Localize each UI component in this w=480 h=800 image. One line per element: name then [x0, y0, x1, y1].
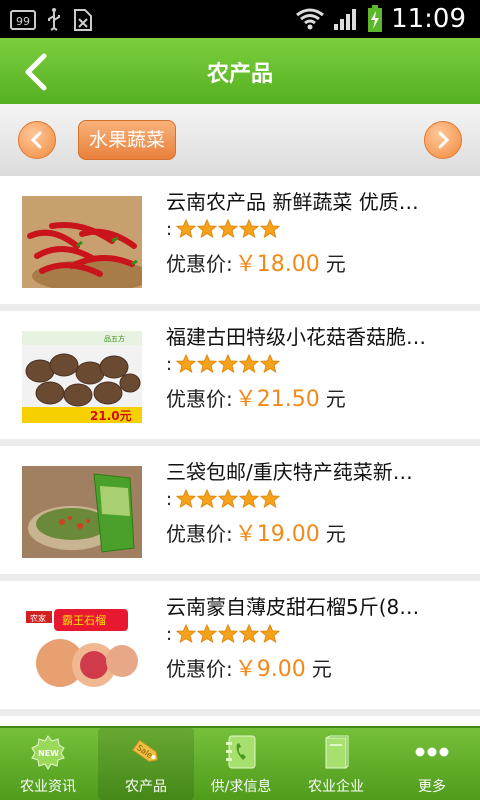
price-value: ￥21.50: [234, 387, 320, 412]
star-icon: [218, 624, 239, 644]
page-title: 农产品: [206, 62, 273, 87]
star-icon: [218, 489, 239, 509]
product-rating: :: [166, 353, 281, 375]
product-price: 优惠价:￥19.00 元: [166, 516, 346, 548]
sale-tag-icon: Sale: [132, 739, 159, 763]
star-icon: [197, 354, 218, 374]
price-label: 优惠价:: [166, 522, 233, 546]
star-icon: [239, 624, 260, 644]
price-label: 优惠价:: [166, 252, 233, 276]
star-icon: [260, 624, 281, 644]
clock: 11:09: [391, 4, 466, 34]
star-icon: [197, 624, 218, 644]
phone-book-icon: [226, 735, 256, 769]
signal-icon: [334, 9, 357, 30]
chevron-left-icon: [30, 131, 42, 149]
no-sim-icon: [74, 9, 92, 31]
bottom-tab-bar: NEW 农业资讯 Sale 农产品 供/求信息 农业企业 更多: [0, 726, 480, 800]
tab-label: 供/求信息: [210, 779, 272, 795]
star-icon: [218, 354, 239, 374]
star-icon: [176, 219, 197, 239]
product-rating: :: [166, 623, 281, 645]
product-item[interactable]: 三袋包邮/重庆特产莼菜新… : 优惠价:￥19.00 元: [0, 446, 480, 574]
star-icon: [260, 489, 281, 509]
price-unit: 元: [311, 657, 332, 681]
category-bar: 水果蔬菜: [0, 104, 480, 176]
star-icon: [260, 354, 281, 374]
price-label: 优惠价:: [166, 387, 233, 411]
tab-label: 农业企业: [308, 779, 364, 795]
tab-label: 农业资讯: [20, 779, 76, 795]
tab-products[interactable]: Sale 农产品: [98, 728, 194, 800]
product-price: 优惠价:￥18.00 元: [166, 246, 346, 278]
pomegranate-banner-text: 霸王石榴: [62, 613, 106, 627]
product-image-mushroom: 品五方 21.0元: [22, 331, 142, 423]
price-label: 优惠价:: [166, 657, 233, 681]
tab-more[interactable]: 更多: [384, 728, 480, 800]
next-category-button[interactable]: [424, 121, 462, 159]
chevron-right-icon: [438, 131, 450, 149]
star-icon: [218, 219, 239, 239]
star-icon: [176, 624, 197, 644]
product-image-pomegranate: 农家 霸王石榴: [22, 601, 142, 693]
star-icon: [260, 219, 281, 239]
list-item-partial: [0, 716, 480, 726]
price-value: ￥9.00: [234, 657, 306, 682]
star-icon: [239, 219, 260, 239]
title-bar: 农产品: [0, 38, 480, 104]
star-icon: [197, 219, 218, 239]
product-title: 福建古田特级小花菇香菇脆…: [166, 325, 426, 349]
price-unit: 元: [325, 252, 346, 276]
product-title: 云南农产品 新鲜蔬菜 优质…: [166, 190, 419, 214]
status-bar: 99 11:09: [0, 0, 480, 38]
usb-icon: [48, 8, 60, 31]
product-rating: :: [166, 218, 281, 240]
mushroom-price-tag-text: 21.0元: [90, 409, 132, 423]
product-item[interactable]: 品五方 21.0元 福建古田特级小花菇香菇脆… : 优惠价:￥21.50 元: [0, 311, 480, 439]
star-icon: [239, 489, 260, 509]
category-chip-current[interactable]: 水果蔬菜: [78, 120, 177, 160]
tab-news[interactable]: NEW 农业资讯: [0, 728, 96, 800]
rating-prefix: :: [166, 218, 173, 240]
product-rating: :: [166, 488, 281, 510]
product-image-chili: [22, 196, 142, 288]
svg-text:NEW: NEW: [38, 749, 59, 758]
star-rating: [176, 354, 281, 374]
notification-99-icon: 99: [10, 10, 36, 30]
star-icon: [197, 489, 218, 509]
price-value: ￥18.00: [234, 252, 320, 277]
wifi-icon: [296, 8, 324, 30]
price-value: ￥19.00: [234, 522, 320, 547]
star-rating: [176, 219, 281, 239]
star-icon: [176, 354, 197, 374]
tab-supply-demand[interactable]: 供/求信息: [193, 728, 289, 800]
product-item[interactable]: 云南农产品 新鲜蔬菜 优质… : 优惠价:￥18.00 元: [0, 176, 480, 304]
rating-prefix: :: [166, 353, 173, 375]
product-image-pickle: [22, 466, 142, 558]
star-rating: [176, 489, 281, 509]
product-price: 优惠价:￥21.50 元: [166, 381, 346, 413]
rating-prefix: :: [166, 623, 173, 645]
product-title: 三袋包邮/重庆特产莼菜新…: [166, 460, 413, 484]
book-icon: [325, 735, 349, 769]
mushroom-brand-text: 品五方: [104, 334, 125, 343]
battery-charging-icon: [368, 5, 383, 32]
product-item[interactable]: 农家 霸王石榴 云南蒙自薄皮甜石榴5斤(8… : 优惠价:￥9.00 元: [0, 581, 480, 709]
more-dots-icon: [415, 747, 449, 757]
star-icon: [239, 354, 260, 374]
tab-enterprises[interactable]: 农业企业: [288, 728, 384, 800]
price-unit: 元: [325, 522, 346, 546]
new-badge-icon: NEW: [31, 735, 65, 770]
product-price: 优惠价:￥9.00 元: [166, 651, 332, 683]
rating-prefix: :: [166, 488, 173, 510]
prev-category-button[interactable]: [18, 121, 56, 159]
tab-label: 农产品: [125, 779, 167, 795]
price-unit: 元: [325, 387, 346, 411]
tab-label: 更多: [418, 779, 446, 795]
star-rating: [176, 624, 281, 644]
product-title: 云南蒙自薄皮甜石榴5斤(8…: [166, 595, 420, 619]
star-icon: [176, 489, 197, 509]
pomegranate-badge-text: 农家: [30, 613, 46, 623]
